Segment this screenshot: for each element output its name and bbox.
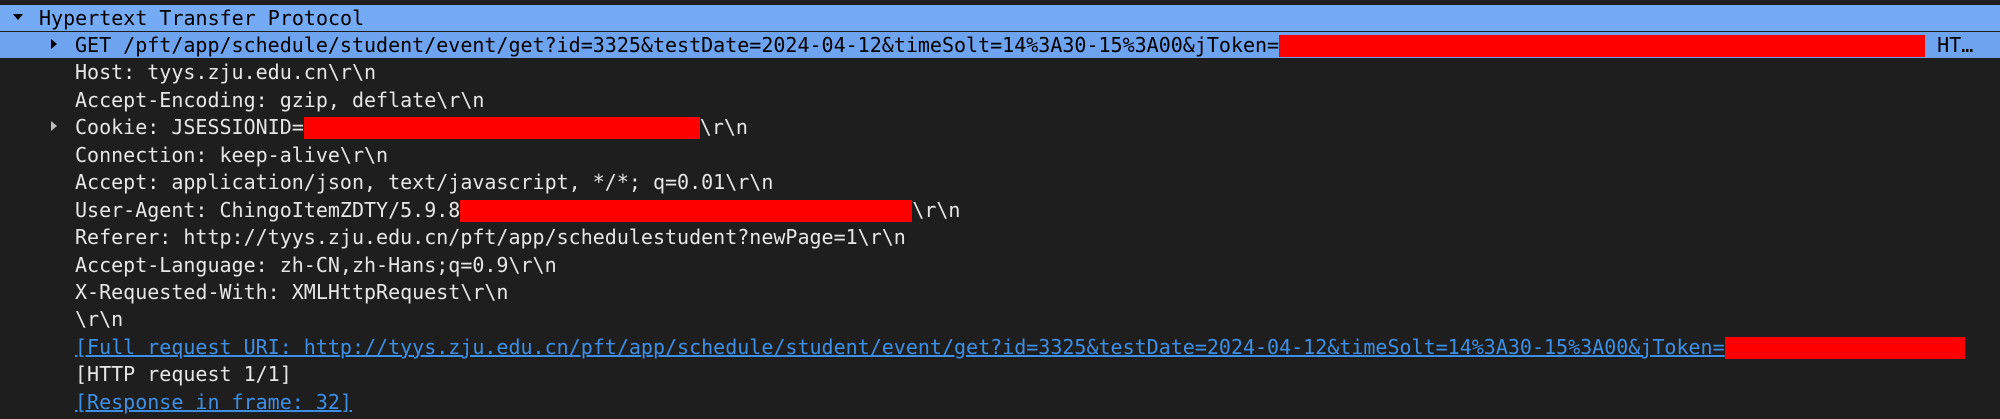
redaction-block	[460, 199, 913, 222]
cookie-suffix: \r\n	[699, 115, 748, 139]
tree-node-cookie[interactable]: Cookie: JSESSIONID= \r\n	[0, 114, 2000, 140]
packet-details-tree: Hypertext Transfer Protocol GET /pft/app…	[0, 0, 2000, 419]
request-line-text: GET /pft/app/schedule/student/event/get?…	[75, 33, 1280, 57]
tree-node-label: X-Requested-With: XMLHttpRequest\r\n	[75, 280, 509, 304]
tree-node-crlf[interactable]: \r\n	[0, 306, 2000, 332]
tree-node-request-line[interactable]: GET /pft/app/schedule/student/event/get?…	[0, 32, 2000, 58]
cookie-text: Cookie: JSESSIONID=	[75, 115, 304, 139]
tree-node-accept[interactable]: Accept: application/json, text/javascrip…	[0, 169, 2000, 195]
request-line-suffix: HT…	[1925, 33, 1974, 57]
tree-node-label: Host: tyys.zju.edu.cn\r\n	[75, 60, 377, 84]
redaction-block	[1724, 336, 1965, 359]
response-in-frame-link[interactable]: [Response in frame: 32]	[75, 389, 352, 415]
user-agent-text: User-Agent: ChingoItemZDTY/5.9.8	[75, 198, 461, 222]
triangle-down-icon[interactable]	[10, 5, 26, 31]
triangle-right-icon[interactable]	[46, 114, 62, 140]
tree-node-label: Referer: http://tyys.zju.edu.cn/pft/app/…	[75, 225, 906, 249]
tree-node-label: [Full request URI: http://tyys.zju.edu.c…	[75, 334, 1965, 360]
tree-node-label: User-Agent: ChingoItemZDTY/5.9.8 \r\n	[75, 197, 960, 223]
tree-node-full-request-uri[interactable]: [Full request URI: http://tyys.zju.edu.c…	[0, 334, 2000, 360]
tree-node-accept-encoding[interactable]: Accept-Encoding: gzip, deflate\r\n	[0, 87, 2000, 113]
triangle-right-icon[interactable]	[46, 32, 62, 58]
tree-node-host[interactable]: Host: tyys.zju.edu.cn\r\n	[0, 59, 2000, 85]
tree-node-label: Cookie: JSESSIONID= \r\n	[75, 114, 748, 140]
tree-node-user-agent[interactable]: User-Agent: ChingoItemZDTY/5.9.8 \r\n	[0, 197, 2000, 223]
full-request-uri-link[interactable]: [Full request URI: http://tyys.zju.edu.c…	[75, 335, 1725, 359]
tree-node-x-requested-with[interactable]: X-Requested-With: XMLHttpRequest\r\n	[0, 279, 2000, 305]
redaction-block	[303, 116, 700, 139]
tree-node-http[interactable]: Hypertext Transfer Protocol	[0, 5, 2000, 31]
tree-node-label: Hypertext Transfer Protocol	[39, 6, 365, 30]
tree-node-accept-language[interactable]: Accept-Language: zh-CN,zh-Hans;q=0.9\r\n	[0, 252, 2000, 278]
tree-node-label: GET /pft/app/schedule/student/event/get?…	[75, 32, 1973, 58]
tree-node-referer[interactable]: Referer: http://tyys.zju.edu.cn/pft/app/…	[0, 224, 2000, 250]
tree-node-label: Accept: application/json, text/javascrip…	[75, 170, 774, 194]
tree-node-label: \r\n	[75, 307, 124, 331]
tree-node-label: Accept-Encoding: gzip, deflate\r\n	[75, 88, 485, 112]
redaction-block	[1279, 34, 1926, 57]
tree-node-http-request[interactable]: [HTTP request 1/1]	[0, 361, 2000, 387]
tree-node-response-in-frame[interactable]: [Response in frame: 32]	[0, 389, 2000, 415]
user-agent-suffix: \r\n	[912, 198, 961, 222]
tree-node-label: Accept-Language: zh-CN,zh-Hans;q=0.9\r\n	[75, 253, 557, 277]
tree-node-label: Connection: keep-alive\r\n	[75, 143, 389, 167]
tree-node-connection[interactable]: Connection: keep-alive\r\n	[0, 142, 2000, 168]
tree-node-label: [HTTP request 1/1]	[75, 362, 292, 386]
